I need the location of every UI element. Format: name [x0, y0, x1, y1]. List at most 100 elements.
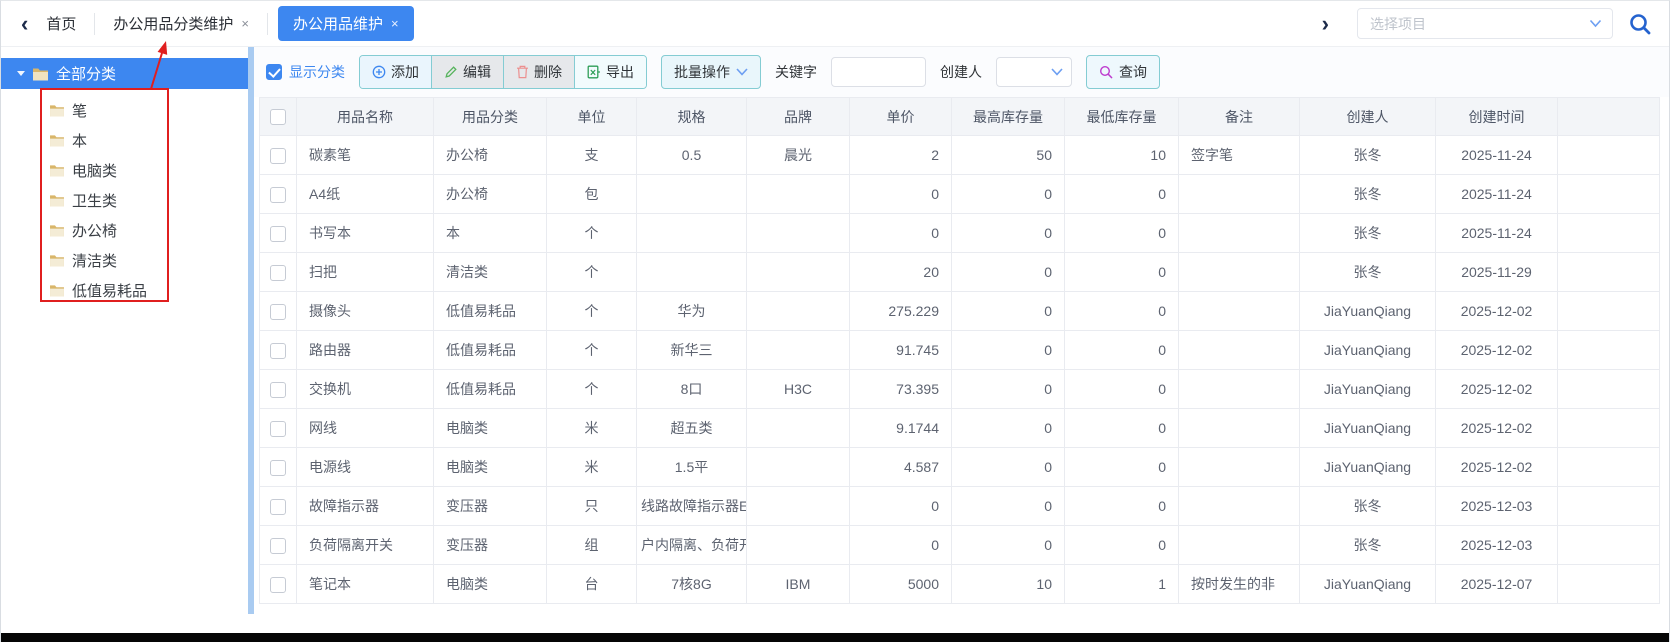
- table-cell: [1179, 370, 1300, 409]
- row-checkbox[interactable]: [260, 526, 297, 565]
- table-cell: 0: [850, 487, 952, 526]
- global-search-button[interactable]: [1627, 11, 1653, 37]
- keyword-input[interactable]: [831, 57, 926, 87]
- checkbox-icon[interactable]: [270, 577, 286, 593]
- creator-select[interactable]: [996, 57, 1072, 87]
- row-checkbox[interactable]: [260, 175, 297, 214]
- edit-button[interactable]: 编辑: [431, 56, 503, 88]
- project-select[interactable]: 选择项目: [1357, 8, 1613, 39]
- tree-node-category[interactable]: 清洁类: [1, 245, 248, 275]
- table-cell: 办公椅: [434, 136, 547, 175]
- tabs-scroll-left-icon[interactable]: ‹: [17, 13, 32, 35]
- checkbox-icon[interactable]: [270, 187, 286, 203]
- tab-home[interactable]: 首页: [46, 13, 76, 34]
- tree-node-category[interactable]: 本: [1, 125, 248, 155]
- caret-down-icon[interactable]: [17, 71, 25, 76]
- category-sidebar: 全部分类 笔本电脑类卫生类办公椅清洁类低值易耗品: [1, 47, 248, 633]
- add-button-label: 添加: [391, 62, 419, 82]
- checkbox-icon[interactable]: [270, 538, 286, 554]
- table-row[interactable]: 电源线电脑类米1.5平4.58700JiaYuanQiang2025-12-02: [260, 448, 1660, 487]
- table-cell: 1: [1065, 565, 1179, 604]
- table-row[interactable]: 负荷隔离开关变压器组户内隔离、负荷开000张冬2025-12-03: [260, 526, 1660, 565]
- tree-node-category[interactable]: 低值易耗品: [1, 275, 248, 305]
- table-row[interactable]: A4纸办公椅包000张冬2025-11-24: [260, 175, 1660, 214]
- close-icon[interactable]: ×: [241, 16, 249, 31]
- query-button[interactable]: 查询: [1086, 55, 1160, 89]
- table-cell: 低值易耗品: [434, 292, 547, 331]
- table-row[interactable]: 网线电脑类米超五类9.174400JiaYuanQiang2025-12-02: [260, 409, 1660, 448]
- checkbox-icon[interactable]: [270, 265, 286, 281]
- table-row[interactable]: 故障指示器变压器只线路故障指示器E000张冬2025-12-03: [260, 487, 1660, 526]
- table-cell: 275.229: [850, 292, 952, 331]
- column-header: 用品分类: [434, 98, 547, 136]
- checkbox-icon[interactable]: [270, 343, 286, 359]
- table-cell: 米: [547, 409, 637, 448]
- row-checkbox[interactable]: [260, 214, 297, 253]
- batch-operations-button[interactable]: 批量操作: [661, 55, 761, 89]
- table-cell: 低值易耗品: [434, 331, 547, 370]
- table-cell: [747, 409, 850, 448]
- delete-button[interactable]: 删除: [503, 56, 574, 88]
- table-cell-filler: [1558, 253, 1660, 292]
- checkbox-icon[interactable]: [270, 109, 286, 125]
- table-cell: 2025-12-02: [1436, 448, 1558, 487]
- tree-node-category[interactable]: 电脑类: [1, 155, 248, 185]
- tab-label: 办公用品维护: [293, 13, 383, 34]
- export-button[interactable]: 导出: [574, 56, 646, 88]
- creator-label: 创建人: [940, 62, 982, 82]
- tree-node-label: 本: [72, 130, 87, 151]
- checkbox-icon[interactable]: [270, 460, 286, 476]
- row-checkbox[interactable]: [260, 136, 297, 175]
- tab-supplies-maintenance-active[interactable]: 办公用品维护 ×: [278, 6, 414, 41]
- table-cell: 91.745: [850, 331, 952, 370]
- table-cell: 0: [952, 409, 1065, 448]
- table-row[interactable]: 碳素笔办公椅支0.5晨光25010签字笔张冬2025-11-24: [260, 136, 1660, 175]
- table-row[interactable]: 笔记本电脑类台7核8GIBM5000101按时发生的非JiaYuanQiang2…: [260, 565, 1660, 604]
- table-cell: [747, 292, 850, 331]
- table-row[interactable]: 书写本本个000张冬2025-11-24: [260, 214, 1660, 253]
- row-checkbox[interactable]: [260, 487, 297, 526]
- tree-node-all-categories[interactable]: 全部分类: [1, 58, 248, 89]
- checkbox-icon[interactable]: [270, 148, 286, 164]
- checkbox-icon[interactable]: [270, 499, 286, 515]
- table-cell: [747, 487, 850, 526]
- tree-node-label: 卫生类: [72, 190, 117, 211]
- row-checkbox[interactable]: [260, 331, 297, 370]
- table-cell: [747, 448, 850, 487]
- row-checkbox[interactable]: [260, 409, 297, 448]
- tree-node-category[interactable]: 笔: [1, 95, 248, 125]
- close-icon[interactable]: ×: [391, 16, 399, 31]
- checkbox-icon[interactable]: [270, 304, 286, 320]
- checkbox-icon[interactable]: [270, 226, 286, 242]
- column-header: 创建时间: [1436, 98, 1558, 136]
- table-cell: A4纸: [297, 175, 434, 214]
- checkbox-checked-icon[interactable]: [266, 64, 282, 80]
- tabs-scroll-right-icon[interactable]: ›: [1318, 13, 1333, 35]
- table-row[interactable]: 摄像头低值易耗品个华为275.22900JiaYuanQiang2025-12-…: [260, 292, 1660, 331]
- table-row[interactable]: 路由器低值易耗品个新华三91.74500JiaYuanQiang2025-12-…: [260, 331, 1660, 370]
- row-checkbox[interactable]: [260, 565, 297, 604]
- table-cell: [637, 175, 747, 214]
- table-cell: 网线: [297, 409, 434, 448]
- table-cell: 张冬: [1300, 487, 1436, 526]
- tab-category-maintenance[interactable]: 办公用品分类维护 ×: [95, 13, 267, 34]
- checkbox-icon[interactable]: [270, 421, 286, 437]
- table-cell: [1179, 214, 1300, 253]
- row-checkbox[interactable]: [260, 292, 297, 331]
- select-all-checkbox[interactable]: [260, 98, 297, 136]
- table-row[interactable]: 扫把清洁类个2000张冬2025-11-29: [260, 253, 1660, 292]
- tree-node-category[interactable]: 办公椅: [1, 215, 248, 245]
- table-cell: 2025-11-24: [1436, 136, 1558, 175]
- add-button[interactable]: 添加: [360, 56, 431, 88]
- show-category-checkbox[interactable]: 显示分类: [266, 62, 345, 82]
- table-cell: 0: [952, 214, 1065, 253]
- row-checkbox[interactable]: [260, 370, 297, 409]
- tree-node-category[interactable]: 卫生类: [1, 185, 248, 215]
- table-cell: [1179, 526, 1300, 565]
- row-checkbox[interactable]: [260, 253, 297, 292]
- trash-icon: [516, 65, 529, 79]
- table-row[interactable]: 交换机低值易耗品个8口H3C73.39500JiaYuanQiang2025-1…: [260, 370, 1660, 409]
- checkbox-icon[interactable]: [270, 382, 286, 398]
- row-checkbox[interactable]: [260, 448, 297, 487]
- table-cell: 0: [952, 331, 1065, 370]
